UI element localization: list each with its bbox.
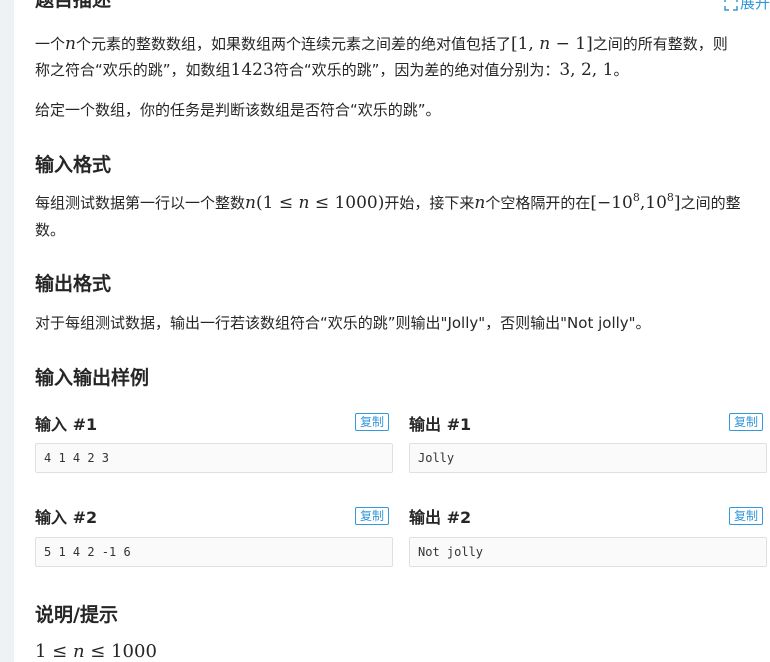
description-line-1: 一个n个元素的整数数组，如果数组两个连续元素之间差的绝对值包括了[1, n − … bbox=[35, 34, 728, 54]
input-format-line-2: 数。 bbox=[35, 221, 66, 239]
sample-1-input-label: 输入 #1 bbox=[35, 415, 98, 434]
copy-output-2-button[interactable]: 复制 bbox=[729, 507, 764, 525]
expand-label: 展开 bbox=[739, 0, 770, 12]
section-title-description: 题目描述 bbox=[35, 0, 112, 11]
hint-constraint: 1 ≤ n ≤ 1000 bbox=[35, 641, 157, 662]
output-format-paragraph: 对于每组测试数据，输出一行若该数组符合“欢乐的跳”则输出"Jolly"，否则输出… bbox=[35, 314, 651, 332]
left-sidebar-strip bbox=[0, 0, 14, 662]
section-title-output-format: 输出格式 bbox=[35, 273, 112, 295]
sample-1-output-label: 输出 #1 bbox=[409, 415, 472, 434]
expand-button[interactable]: 展开 bbox=[724, 0, 770, 13]
section-title-samples: 输入输出样例 bbox=[35, 367, 150, 389]
sample-2-output-box[interactable]: Not jolly bbox=[409, 537, 767, 567]
expand-icon bbox=[724, 0, 738, 11]
sample-1-input-box[interactable]: 4 1 4 2 3 bbox=[35, 443, 393, 473]
sample-2-input-label: 输入 #2 bbox=[35, 508, 98, 527]
section-title-input-format: 输入格式 bbox=[35, 154, 112, 176]
copy-input-1-button[interactable]: 复制 bbox=[355, 413, 390, 431]
sample-2-input-box[interactable]: 5 1 4 2 -1 6 bbox=[35, 537, 393, 567]
input-format-line-1: 每组测试数据第一行以一个整数n(1 ≤ n ≤ 1000)开始，接下来n个空格隔… bbox=[35, 191, 741, 213]
description-line-2: 称之符合“欢乐的跳”，如数组1423符合“欢乐的跳”，因为差的绝对值分别为：3,… bbox=[35, 60, 629, 80]
section-title-hint: 说明/提示 bbox=[35, 604, 118, 626]
sample-2-output-label: 输出 #2 bbox=[409, 508, 472, 527]
copy-input-2-button[interactable]: 复制 bbox=[355, 507, 390, 525]
problem-content: 题目描述 展开 一个n个元素的整数数组，如果数组两个连续元素之间差的绝对值包括了… bbox=[35, 0, 770, 662]
description-paragraph-2: 给定一个数组，你的任务是判断该数组是否符合“欢乐的跳”。 bbox=[35, 101, 441, 119]
copy-output-1-button[interactable]: 复制 bbox=[729, 413, 764, 431]
sample-1-output-box[interactable]: Jolly bbox=[409, 443, 767, 473]
